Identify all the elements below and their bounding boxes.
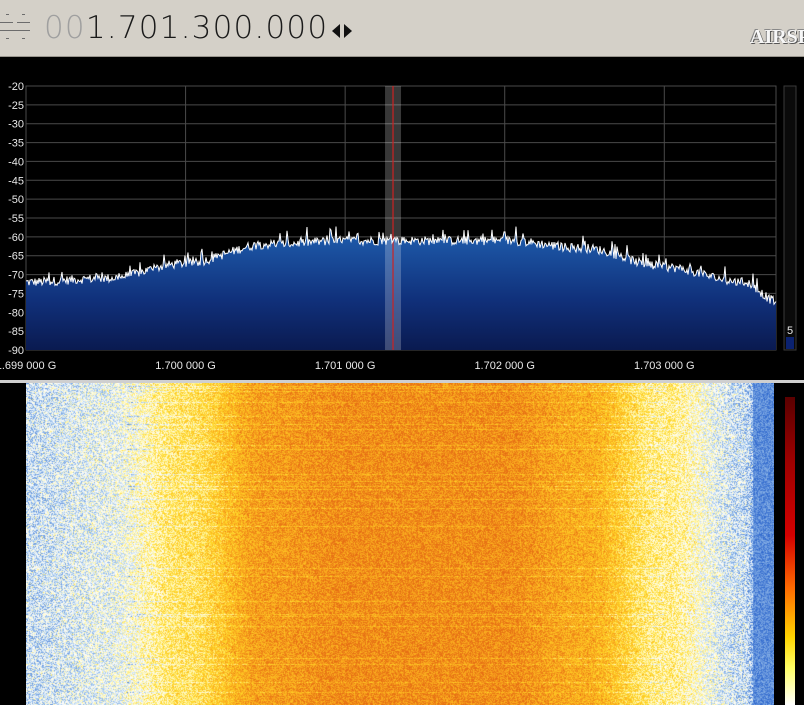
y-tick-label: -50 (8, 194, 24, 206)
y-tick-label: -25 (8, 100, 24, 112)
y-tick-label: -80 (8, 307, 24, 319)
x-tick-label: 1.701 000 G (315, 360, 376, 372)
level-slider-handle[interactable] (786, 337, 794, 349)
y-tick-label: -30 (8, 119, 24, 131)
y-tick-label: -90 (8, 345, 24, 357)
x-tick-label: 1.703 000 G (634, 360, 695, 372)
waterfall-colorbar (785, 397, 795, 705)
frequency-display[interactable]: 001.701.300.000 (44, 8, 328, 48)
level-indicator-value: 5 (787, 325, 793, 337)
frequency-step-arrows-icon[interactable] (330, 21, 356, 41)
frequency-digits[interactable]: 1.701.300.000 (86, 10, 328, 46)
level-slider-track[interactable] (783, 85, 797, 351)
y-tick-label: -20 (8, 81, 24, 93)
y-tick-label: -45 (8, 175, 24, 187)
frequency-toolbar: 001.701.300.000 AIRSPY (0, 0, 804, 57)
y-tick-label: -70 (8, 270, 24, 282)
x-tick-label: 1.700 000 G (155, 360, 216, 372)
x-tick-label: 1.702 000 G (474, 360, 535, 372)
y-tick-label: -40 (8, 156, 24, 168)
menu-icon[interactable] (0, 14, 32, 44)
spectrum-svg[interactable]: -20 -25 -30 -35 -40 -45 -50 -55 -60 -65 -70 -75 -80 -… (0, 78, 804, 378)
y-tick-label: -75 (8, 288, 24, 300)
y-tick-label: -60 (8, 232, 24, 244)
waterfall-canvas[interactable] (26, 383, 774, 705)
y-tick-label: -85 (8, 326, 24, 338)
airspy-logo: AIRSPY (750, 26, 804, 48)
frequency-leading-digits[interactable]: 00 (44, 10, 86, 46)
y-tick-label: -35 (8, 138, 24, 150)
y-tick-label: -55 (8, 213, 24, 225)
spectrum-plot[interactable]: -20 -25 -30 -35 -40 -45 -50 -55 -60 -65 -70 -75 -80 -… (0, 78, 804, 378)
waterfall-display[interactable] (0, 383, 804, 705)
y-tick-label: -65 (8, 251, 24, 263)
y-axis-labels: -20 -25 -30 -35 -40 -45 -50 -55 -60 -65 -70 -75 -80 -… (8, 81, 24, 357)
x-tick-label: 1.699 000 G (0, 360, 56, 372)
